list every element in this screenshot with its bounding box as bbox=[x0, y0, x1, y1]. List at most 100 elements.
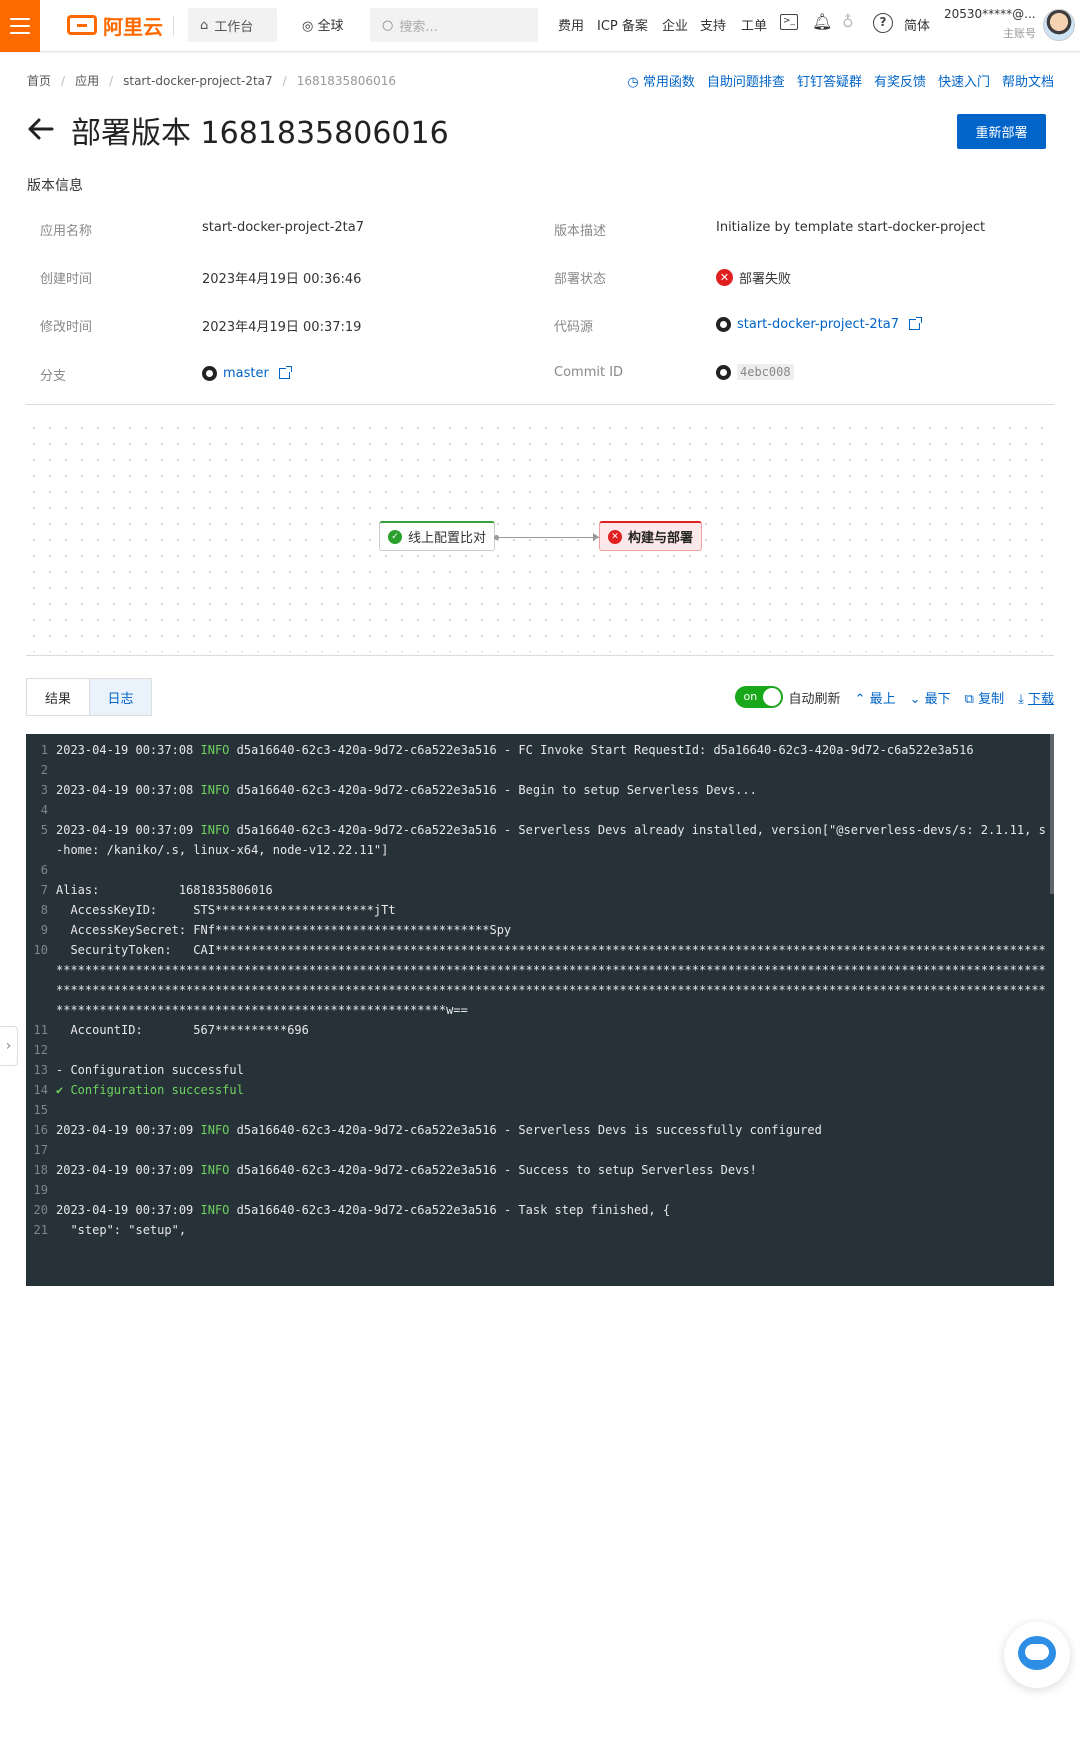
log-line: 18 2023-04-19 00:37:09 INFO d5a16640-62c3… bbox=[26, 1160, 1054, 1180]
nav-support[interactable]: 支持 bbox=[700, 15, 726, 34]
log-line: 2 bbox=[26, 760, 1054, 780]
nav-icp[interactable]: ICP 备案 bbox=[597, 15, 648, 34]
workbench-label: 工作台 bbox=[214, 19, 254, 35]
log-line: 14 ✔ Configuration successful bbox=[26, 1080, 1054, 1100]
aliyun-logo[interactable]: 阿里云 bbox=[67, 12, 163, 39]
pipeline-step-build-deploy[interactable]: ✕ 构建与部署 bbox=[599, 521, 703, 551]
branch-label: 分支 bbox=[40, 369, 67, 384]
log-line-number: 20 bbox=[33, 1203, 48, 1217]
log-line: 10 SecurityToken: CAI*******************… bbox=[26, 940, 1054, 1020]
auto-refresh-toggle[interactable]: on bbox=[734, 686, 783, 708]
log-line-number: 18 bbox=[33, 1163, 48, 1177]
account-menu[interactable]: 20530*****@... 主账号 bbox=[944, 7, 1036, 41]
external-link-icon bbox=[278, 366, 292, 379]
logo-mark-icon bbox=[67, 15, 97, 35]
back-arrow-icon[interactable] bbox=[26, 117, 54, 141]
redeploy-button[interactable]: 重新部署 bbox=[957, 114, 1046, 149]
deploy-status-value: 部署失败 bbox=[739, 272, 792, 287]
log-line-text: - Configuration successful bbox=[56, 1060, 1054, 1080]
log-line-number: 8 bbox=[40, 903, 48, 917]
breadcrumb-app[interactable]: start-docker-project-2ta7 bbox=[123, 74, 273, 88]
pipeline-canvas: ✓ 线上配置比对 ✕ 构建与部署 bbox=[26, 420, 1054, 652]
help-link-feedback[interactable]: 有奖反馈 bbox=[874, 71, 926, 90]
log-line: 9 AccessKeySecret: FNf******************… bbox=[26, 920, 1054, 940]
help-links: ◷ 常用函数 自助问题排查 钉钉答疑群 有奖反馈 快速入门 帮助文档 bbox=[627, 71, 1054, 90]
chevron-right-icon: › bbox=[5, 1038, 12, 1054]
log-text: SecurityToken: CAI**********************… bbox=[56, 943, 1046, 1017]
help-link-label: 常用函数 bbox=[642, 75, 695, 90]
search-icon: ○ bbox=[382, 17, 394, 33]
code-source-link[interactable]: start-docker-project-2ta7 bbox=[716, 317, 923, 332]
log-text: d5a16640-62c3-420a-9d72-c6a522e3a516 - B… bbox=[229, 783, 757, 797]
log-line-number: 12 bbox=[33, 1043, 48, 1057]
breadcrumb-separator: / bbox=[282, 73, 287, 88]
section-title: 版本信息 bbox=[27, 178, 83, 194]
download-button[interactable]: ⤓ 下载 bbox=[1018, 688, 1054, 707]
lightbulb-icon[interactable]: ♁ bbox=[842, 12, 854, 31]
log-line-text: 2023-04-19 00:37:09 INFO d5a16640-62c3-4… bbox=[56, 1120, 1054, 1140]
log-line: 19 bbox=[26, 1180, 1054, 1200]
account-name: 20530*****@... bbox=[944, 7, 1036, 21]
help-icon[interactable]: ? bbox=[873, 13, 893, 33]
step-label: 构建与部署 bbox=[628, 531, 694, 546]
avatar[interactable] bbox=[1043, 9, 1075, 41]
log-toolbar: on 自动刷新 ⌃ 最上 ⌄ 最下 ⧉ 复制 ⤓ 下载 bbox=[734, 686, 1054, 708]
breadcrumb-home[interactable]: 首页 bbox=[27, 72, 51, 89]
log-line-number: 16 bbox=[33, 1123, 48, 1137]
log-text: 2023-04-19 00:37:08 bbox=[56, 743, 201, 757]
terminal-icon[interactable]: >_ bbox=[780, 14, 798, 30]
branch-link[interactable]: master bbox=[202, 366, 292, 381]
chevron-down-icon: ⌄ bbox=[909, 691, 921, 707]
log-line: 4 bbox=[26, 800, 1054, 820]
help-link-dingtalk[interactable]: 钉钉答疑群 bbox=[797, 71, 862, 90]
modified-time-label: 修改时间 bbox=[40, 320, 93, 335]
github-icon bbox=[716, 317, 731, 332]
breadcrumb-apps[interactable]: 应用 bbox=[75, 72, 99, 89]
help-link-functions[interactable]: ◷ 常用函数 bbox=[627, 71, 695, 90]
logo-text: 阿里云 bbox=[103, 14, 163, 39]
pipeline-step-config-compare[interactable]: ✓ 线上配置比对 bbox=[379, 521, 496, 551]
assistant-bot-icon[interactable] bbox=[1004, 1622, 1070, 1688]
log-line: 17 bbox=[26, 1140, 1054, 1160]
divider bbox=[26, 655, 1054, 656]
tab-log[interactable]: 日志 bbox=[89, 679, 151, 715]
copy-icon: ⧉ bbox=[964, 691, 974, 707]
log-line: 13 - Configuration successful bbox=[26, 1060, 1054, 1080]
tab-result[interactable]: 结果 bbox=[27, 679, 89, 715]
log-line-number: 15 bbox=[33, 1103, 48, 1117]
search-box[interactable]: ○ 搜索... bbox=[370, 8, 538, 42]
copy-button[interactable]: ⧉ 复制 bbox=[965, 688, 1004, 707]
side-expand-handle[interactable]: › bbox=[0, 1026, 18, 1066]
help-link-troubleshoot[interactable]: 自助问题排查 bbox=[707, 71, 785, 90]
commit-id[interactable]: 4ebc008 bbox=[716, 364, 794, 380]
log-scrollbar[interactable] bbox=[1050, 734, 1054, 894]
breadcrumb-separator: / bbox=[109, 73, 114, 88]
scroll-top-button[interactable]: ⌃ 最上 bbox=[855, 688, 896, 707]
workbench-button[interactable]: ⌂ 工作台 bbox=[188, 8, 277, 42]
breadcrumb-separator: / bbox=[61, 73, 66, 88]
log-line-number: 11 bbox=[33, 1023, 48, 1037]
menu-icon[interactable] bbox=[0, 0, 40, 52]
log-text: d5a16640-62c3-420a-9d72-c6a522e3a516 - S… bbox=[229, 1123, 822, 1137]
language-switch[interactable]: 简体 bbox=[904, 15, 930, 34]
bell-icon[interactable]: 🔔︎ bbox=[812, 12, 832, 31]
log-level: INFO bbox=[200, 1203, 230, 1217]
log-line-text: AccessKeySecret: FNf********************… bbox=[56, 920, 1054, 940]
scroll-bottom-button[interactable]: ⌄ 最下 bbox=[910, 688, 951, 707]
log-text: 2023-04-19 00:37:09 bbox=[56, 1203, 201, 1217]
region-label: 全球 bbox=[317, 19, 344, 34]
log-line: 3 2023-04-19 00:37:08 INFO d5a16640-62c3-… bbox=[26, 780, 1054, 800]
help-link-docs[interactable]: 帮助文档 bbox=[1002, 71, 1054, 90]
log-level: INFO bbox=[200, 1163, 230, 1177]
step-label: 线上配置比对 bbox=[408, 531, 487, 546]
log-line-text: Alias: 1681835806016 bbox=[56, 880, 1054, 900]
nav-ticket[interactable]: 工单 bbox=[741, 15, 767, 34]
help-link-quickstart[interactable]: 快速入门 bbox=[938, 71, 990, 90]
log-line: 15 bbox=[26, 1100, 1054, 1120]
log-viewer[interactable]: 1 2023-04-19 00:37:08 INFO d5a16640-62c3-… bbox=[26, 734, 1054, 1286]
nav-fees[interactable]: 费用 bbox=[558, 15, 584, 34]
log-line: 16 2023-04-19 00:37:09 INFO d5a16640-62c3… bbox=[26, 1120, 1054, 1140]
log-line: 8 AccessKeyID: STS**********************… bbox=[26, 900, 1054, 920]
region-selector[interactable]: ◎ 全球 bbox=[302, 15, 344, 34]
nav-enterprise[interactable]: 企业 bbox=[662, 15, 688, 34]
